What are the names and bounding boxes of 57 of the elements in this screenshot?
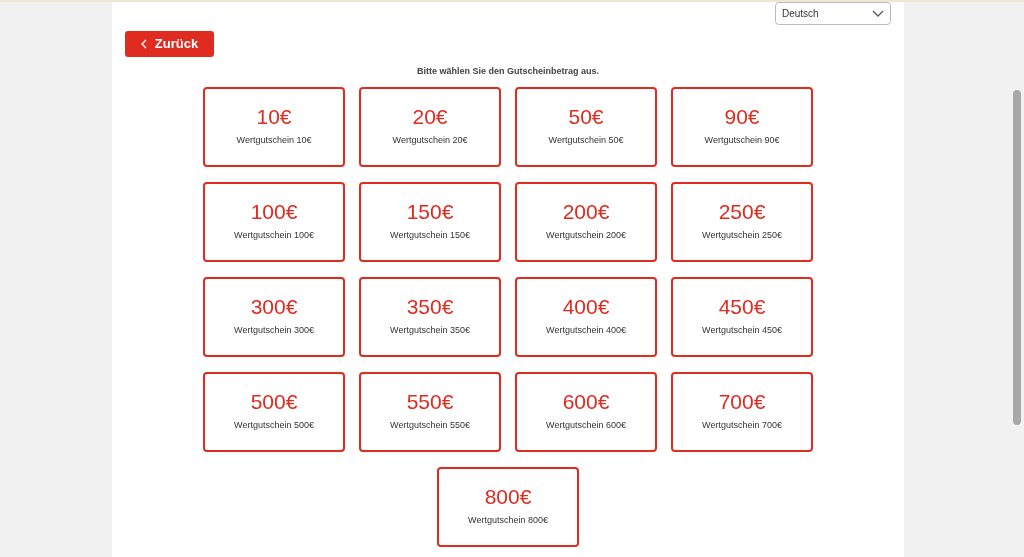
voucher-amount: 50€ <box>568 105 604 129</box>
voucher-label: Wertgutschein 50€ <box>548 134 624 148</box>
voucher-amount: 700€ <box>718 390 766 414</box>
voucher-label: Wertgutschein 350€ <box>390 324 470 338</box>
voucher-card[interactable]: 150€ Wertgutschein 150€ <box>359 181 501 262</box>
language-select[interactable]: Deutsch <box>775 2 891 25</box>
voucher-label: Wertgutschein 400€ <box>546 324 626 338</box>
instruction-text: Bitte wählen Sie den Gutscheinbetrag aus. <box>415 65 600 78</box>
voucher-card[interactable]: 90€ Wertgutschein 90€ <box>671 86 813 167</box>
voucher-amount: 450€ <box>718 295 766 319</box>
voucher-card[interactable]: 200€ Wertgutschein 200€ <box>515 181 657 262</box>
voucher-card[interactable]: 500€ Wertgutschein 500€ <box>203 371 345 452</box>
voucher-label: Wertgutschein 200€ <box>546 229 626 243</box>
voucher-label: Wertgutschein 700€ <box>702 419 782 433</box>
voucher-amount: 500€ <box>250 390 298 414</box>
voucher-label: Wertgutschein 550€ <box>390 419 470 433</box>
voucher-card[interactable]: 250€ Wertgutschein 250€ <box>671 181 813 262</box>
chevron-down-icon <box>872 10 884 17</box>
voucher-card[interactable]: 450€ Wertgutschein 450€ <box>671 276 813 357</box>
voucher-amount: 600€ <box>562 390 610 414</box>
voucher-label: Wertgutschein 250€ <box>702 229 782 243</box>
voucher-label: Wertgutschein 20€ <box>392 134 468 148</box>
voucher-card[interactable]: 600€ Wertgutschein 600€ <box>515 371 657 452</box>
voucher-label: Wertgutschein 600€ <box>546 419 626 433</box>
voucher-card[interactable]: 50€ Wertgutschein 50€ <box>515 86 657 167</box>
voucher-card[interactable]: 100€ Wertgutschein 100€ <box>203 181 345 262</box>
voucher-card[interactable]: 700€ Wertgutschein 700€ <box>671 371 813 452</box>
voucher-amount: 150€ <box>406 200 454 224</box>
voucher-label: Wertgutschein 10€ <box>236 134 312 148</box>
voucher-amount: 400€ <box>562 295 610 319</box>
voucher-amount: 90€ <box>724 105 760 129</box>
voucher-label: Wertgutschein 800€ <box>468 514 548 528</box>
voucher-amount: 350€ <box>406 295 454 319</box>
voucher-amount: 200€ <box>562 200 610 224</box>
voucher-card[interactable]: 10€ Wertgutschein 10€ <box>203 86 345 167</box>
voucher-label: Wertgutschein 500€ <box>234 419 314 433</box>
scrollbar-thumb[interactable] <box>1013 90 1021 425</box>
voucher-label: Wertgutschein 150€ <box>390 229 470 243</box>
voucher-card[interactable]: 800€ Wertgutschein 800€ <box>437 466 579 547</box>
voucher-amount: 100€ <box>250 200 298 224</box>
voucher-amount: 550€ <box>406 390 454 414</box>
voucher-card[interactable]: 300€ Wertgutschein 300€ <box>203 276 345 357</box>
voucher-card[interactable]: 20€ Wertgutschein 20€ <box>359 86 501 167</box>
voucher-card[interactable]: 400€ Wertgutschein 400€ <box>515 276 657 357</box>
back-button[interactable]: Zurück <box>125 31 214 57</box>
voucher-amount: 20€ <box>412 105 448 129</box>
voucher-label: Wertgutschein 450€ <box>702 324 782 338</box>
voucher-amount: 250€ <box>718 200 766 224</box>
voucher-label: Wertgutschein 90€ <box>704 134 780 148</box>
voucher-label: Wertgutschein 100€ <box>234 229 314 243</box>
voucher-card[interactable]: 550€ Wertgutschein 550€ <box>359 371 501 452</box>
voucher-amount: 800€ <box>484 485 532 509</box>
voucher-amount: 300€ <box>250 295 298 319</box>
voucher-amount: 10€ <box>256 105 292 129</box>
chevron-left-icon <box>140 39 147 49</box>
voucher-label: Wertgutschein 300€ <box>234 324 314 338</box>
voucher-card[interactable]: 350€ Wertgutschein 350€ <box>359 276 501 357</box>
